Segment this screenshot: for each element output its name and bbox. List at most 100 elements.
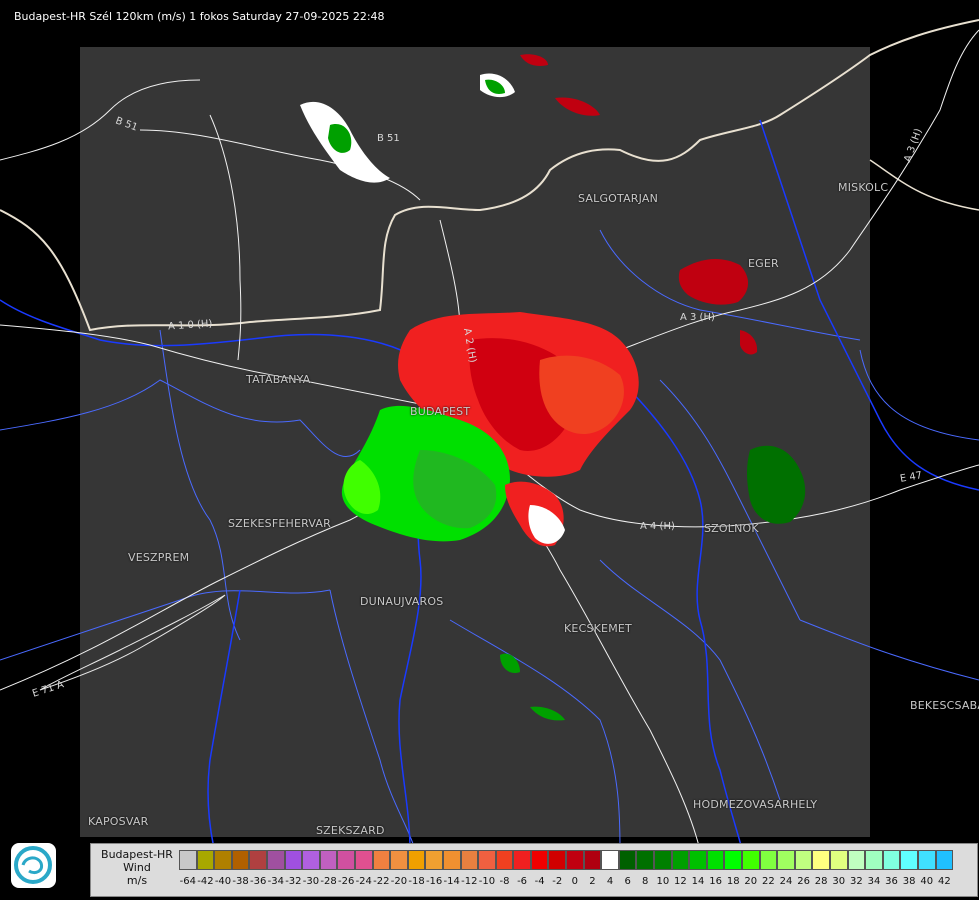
city-label: DUNAUJVAROS	[360, 595, 444, 608]
legend-swatch	[777, 850, 795, 870]
legend-swatch	[548, 850, 567, 870]
legend-swatch	[882, 850, 901, 870]
legend: Budapest-HR Wind m/s -64 -42 -40 -38 -36 -34-…	[90, 843, 978, 897]
legend-tick: 36	[885, 876, 898, 887]
city-label: BEKESCSABA	[910, 699, 979, 712]
legend-tick: -34	[267, 876, 284, 887]
legend-swatch	[319, 850, 338, 870]
legend-swatch	[742, 850, 760, 870]
legend-swatch	[460, 850, 479, 870]
city-label: SZOLNOK	[704, 522, 759, 535]
legend-swatch	[513, 850, 531, 870]
legend-swatch	[266, 850, 285, 870]
legend-swatch	[249, 850, 267, 870]
legend-tick: 4	[606, 876, 614, 887]
legend-swatch	[196, 850, 215, 870]
legend-tick: -32	[285, 876, 302, 887]
legend-tick: 38	[902, 876, 916, 887]
legend-tick: -6	[517, 876, 528, 887]
legend-title: Budapest-HR Wind m/s	[95, 848, 179, 887]
city-label: KAPOSVAR	[88, 815, 149, 828]
legend-tick: 12	[674, 876, 687, 887]
legend-radar-name: Budapest-HR	[101, 848, 173, 861]
legend-tick: -16	[425, 876, 443, 887]
legend-swatch	[900, 850, 918, 870]
legend-swatch	[618, 850, 637, 870]
legend-swatch	[478, 850, 496, 870]
legend-swatch	[829, 850, 848, 870]
legend-swatch	[354, 850, 373, 870]
legend-tick: 24	[779, 876, 793, 887]
legend-tick: -36	[250, 876, 267, 887]
legend-tick: 26	[797, 876, 810, 887]
legend-swatch	[689, 850, 707, 870]
legend-tick: -2	[552, 876, 563, 887]
road-label: A 3 (H)	[680, 312, 715, 323]
city-label: SALGOTARJAN	[578, 192, 659, 205]
legend-tick: 6	[624, 876, 631, 887]
legend-tick: 0	[571, 876, 579, 887]
legend-tick: -8	[499, 876, 510, 887]
legend-tick: 42	[937, 876, 951, 887]
legend-tick: 30	[832, 876, 846, 887]
city-label: TATABANYA	[246, 373, 311, 386]
legend-swatch	[583, 850, 602, 870]
legend-tick: -28	[320, 876, 337, 887]
legend-swatch	[759, 850, 778, 870]
legend-swatch	[935, 850, 954, 870]
omsz-logo	[11, 843, 56, 888]
city-label: BUDAPEST	[410, 405, 471, 418]
legend-tick: -10	[478, 876, 496, 887]
legend-swatch	[636, 850, 655, 870]
legend-tick: -18	[408, 876, 425, 887]
legend-swatch	[284, 850, 303, 870]
legend-tick: -30	[302, 876, 320, 887]
legend-tick: -40	[214, 876, 232, 887]
city-label: HODMEZOVASARHELY	[693, 798, 818, 811]
legend-tick: -4	[534, 876, 545, 887]
legend-tick: -26	[337, 876, 355, 887]
legend-tick: 28	[814, 876, 828, 887]
legend-swatch	[495, 850, 514, 870]
legend-tick: 20	[744, 876, 758, 887]
legend-swatch	[302, 850, 320, 870]
legend-tick: 32	[849, 876, 863, 887]
legend-tick: -22	[373, 876, 390, 887]
legend-swatch	[794, 850, 813, 870]
legend-tick: -14	[443, 876, 460, 887]
city-label: SZEKESFEHERVAR	[228, 517, 331, 530]
road-label: A 4 (H)	[640, 521, 675, 532]
city-label: KECSKEMET	[564, 622, 632, 635]
city-label: SZEKSZARD	[316, 824, 385, 837]
city-label: MISKOLC	[838, 181, 889, 194]
legend-swatch	[390, 850, 408, 870]
legend-swatch	[179, 850, 197, 870]
legend-tick: -20	[390, 876, 408, 887]
radar-title: Budapest-HR Szél 120km (m/s) 1 fokos Sat…	[14, 10, 385, 23]
legend-swatch	[442, 850, 461, 870]
legend-swatch	[917, 850, 936, 870]
road-label: B 51	[377, 133, 400, 144]
radar-map[interactable]	[0, 0, 979, 900]
legend-swatch	[372, 850, 391, 870]
legend-tick: -38	[232, 876, 249, 887]
legend-tick-labels: -64 -42 -40 -38 -36 -34 -32 -30 -28 -26 -24 -22 -20-…	[179, 876, 953, 890]
legend-color-scale	[179, 850, 954, 870]
legend-swatch	[214, 850, 232, 870]
legend-tick: 34	[867, 876, 881, 887]
legend-swatch	[847, 850, 866, 870]
legend-tick: 14	[691, 876, 705, 887]
legend-product: Wind	[123, 861, 151, 874]
legend-tick: -12	[461, 876, 478, 887]
legend-tick: 22	[762, 876, 775, 887]
legend-unit: m/s	[126, 874, 148, 887]
legend-swatch	[812, 850, 830, 870]
legend-swatch	[601, 850, 619, 870]
legend-swatch	[671, 850, 690, 870]
legend-tick: -24	[355, 876, 372, 887]
legend-swatch	[425, 850, 443, 870]
legend-swatch	[654, 850, 672, 870]
legend-tick: 40	[920, 876, 934, 887]
city-label: EGER	[748, 257, 779, 270]
legend-swatch	[337, 850, 355, 870]
